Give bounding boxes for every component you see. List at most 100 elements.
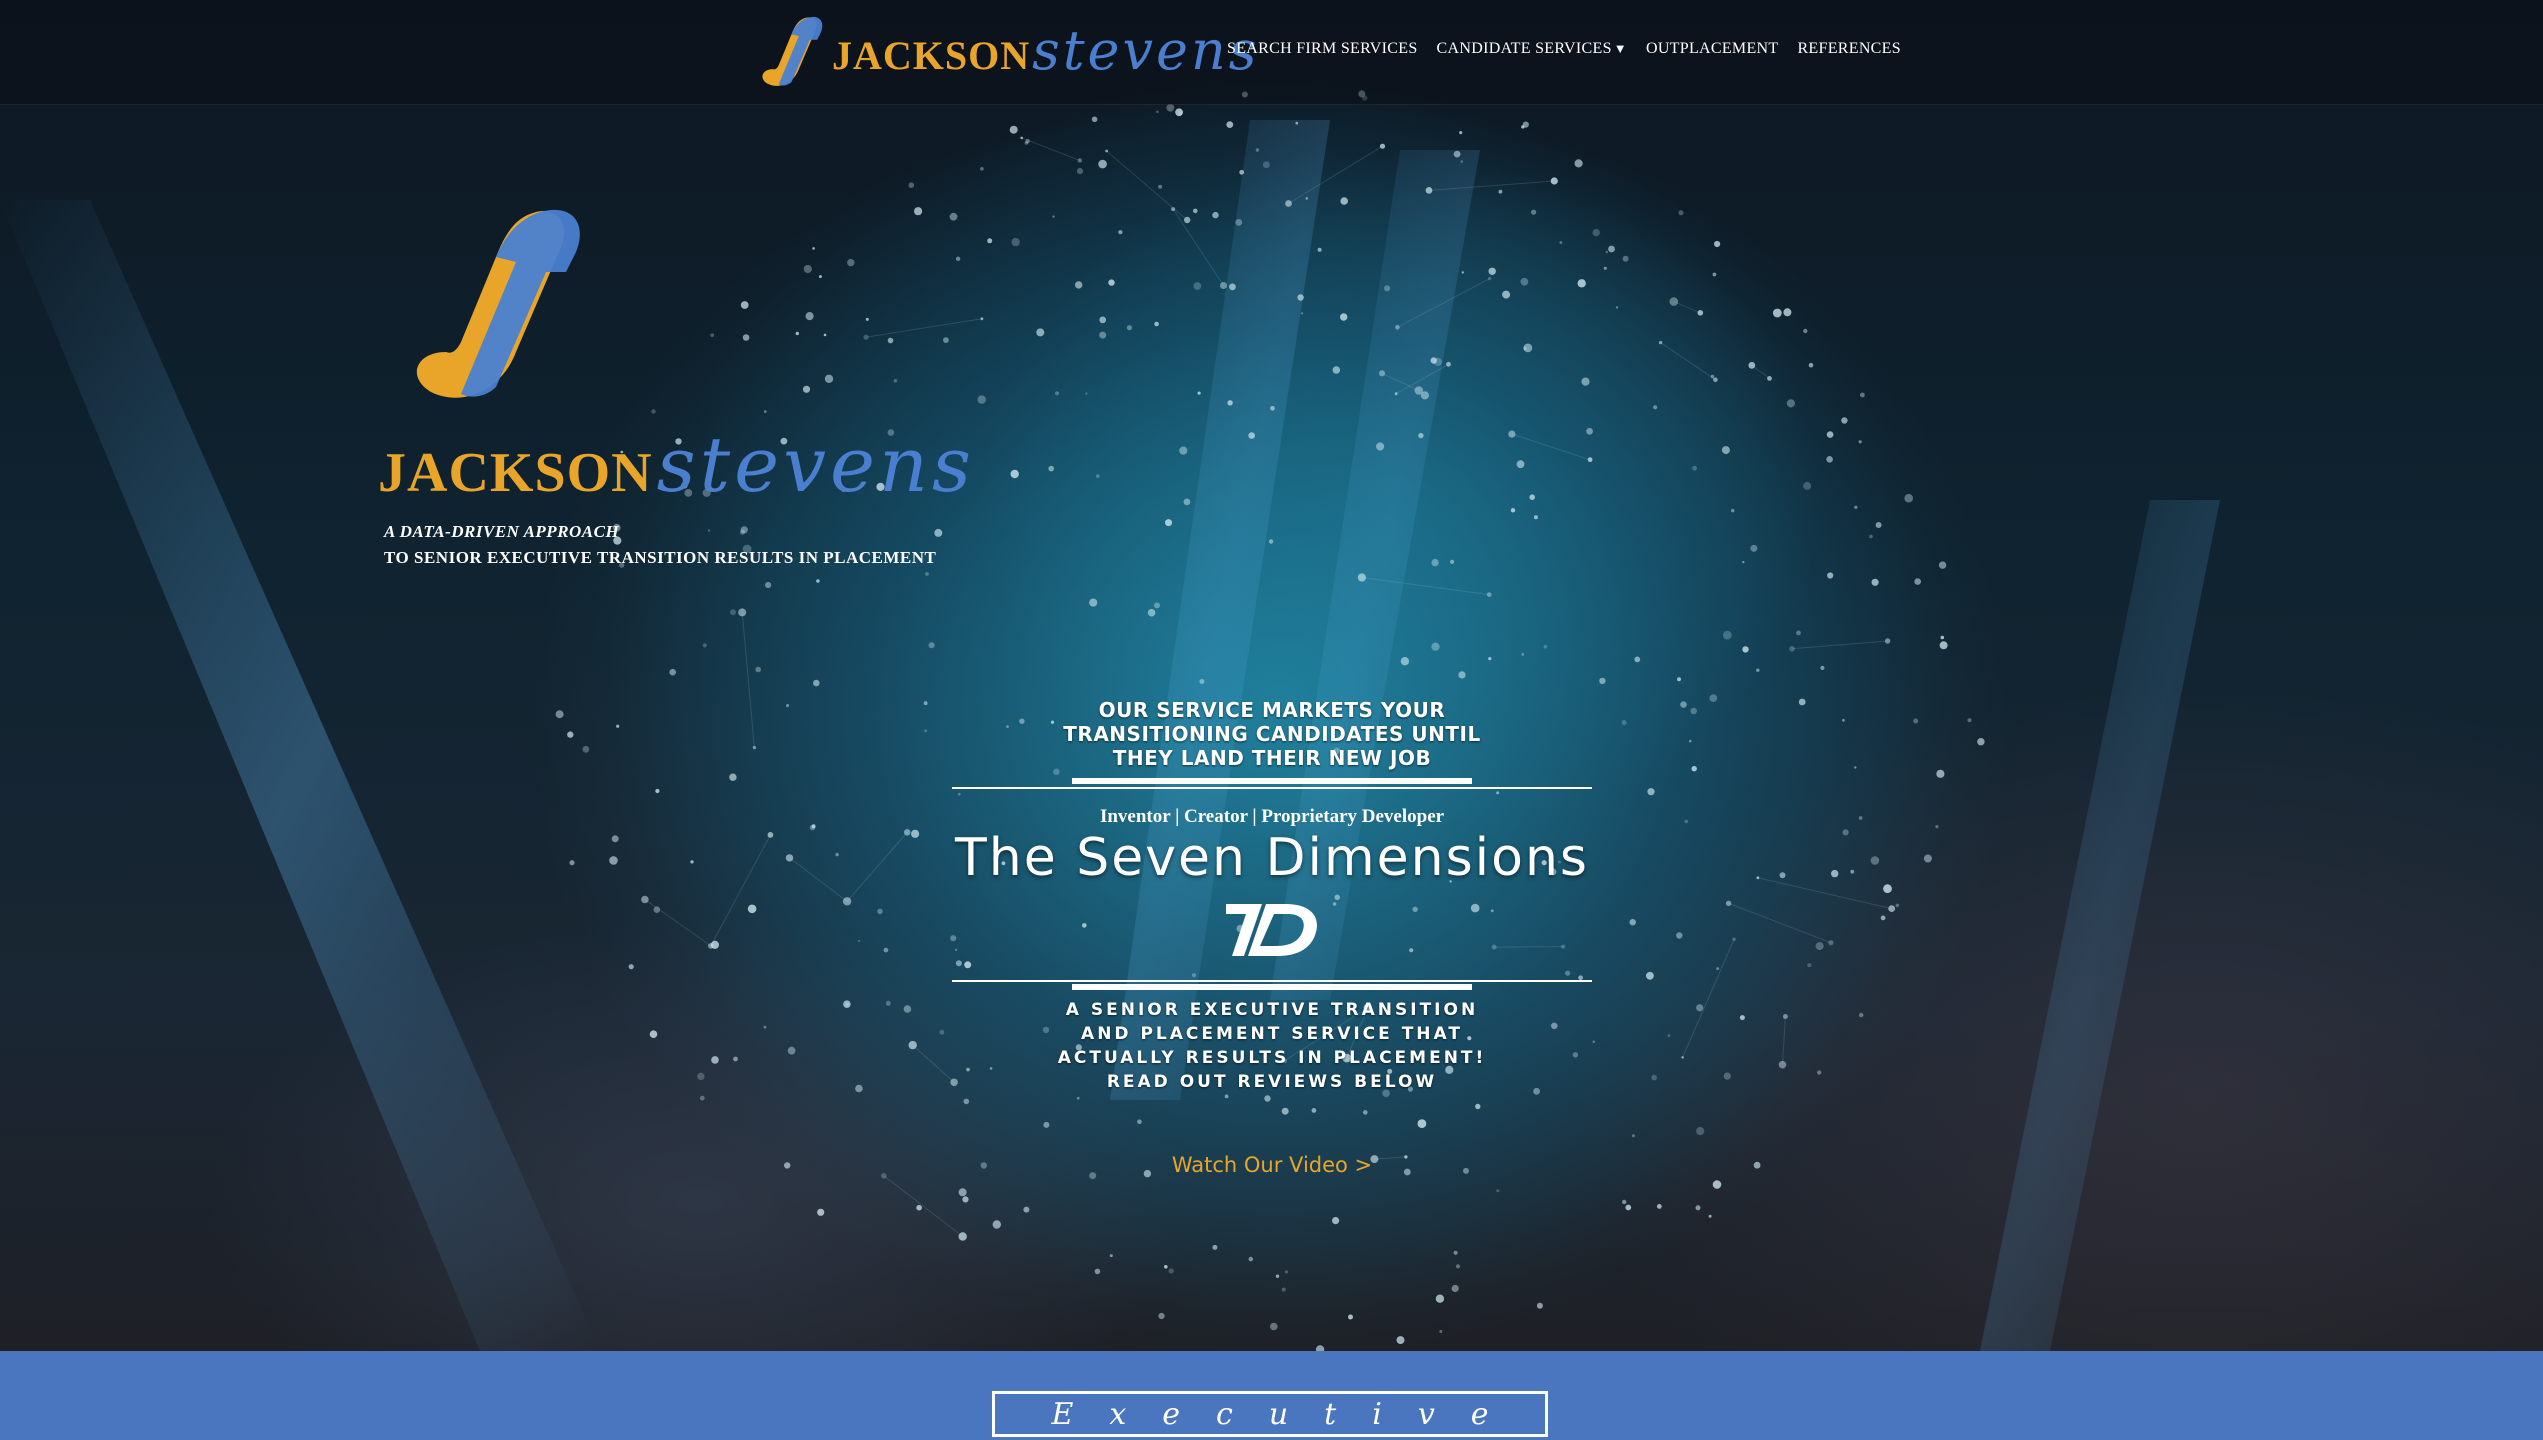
hero-center-block: OUR SERVICE MARKETS YOUR TRANSITIONING C… xyxy=(952,698,1592,1177)
network-node xyxy=(1850,869,1855,874)
network-node xyxy=(738,608,747,617)
network-node xyxy=(1311,1108,1317,1113)
network-node xyxy=(1508,430,1516,438)
network-node xyxy=(1510,508,1516,513)
network-node xyxy=(1815,942,1824,951)
network-node xyxy=(1695,1205,1701,1211)
network-node xyxy=(1522,121,1529,128)
network-node xyxy=(1938,561,1947,569)
network-node xyxy=(1523,343,1533,353)
network-node xyxy=(903,1005,912,1013)
network-node xyxy=(1036,328,1045,337)
network-node xyxy=(1137,1119,1142,1124)
network-node xyxy=(1094,1268,1101,1275)
network-node xyxy=(651,409,656,414)
network-node xyxy=(733,1056,738,1062)
nav-item-candidate-services[interactable]: CANDIDATE SERVICES ▼ xyxy=(1437,40,1627,58)
senior-text-line: READ OUT REVIEWS BELOW xyxy=(1106,1072,1438,1092)
network-node xyxy=(1108,279,1115,286)
network-node xyxy=(1756,876,1760,880)
network-node xyxy=(809,824,816,831)
network-node xyxy=(939,1029,945,1035)
network-node xyxy=(1753,1161,1761,1169)
network-node xyxy=(1099,316,1107,324)
network-node xyxy=(943,337,949,343)
network-node xyxy=(755,666,761,673)
network-node xyxy=(1629,919,1636,926)
network-node xyxy=(1164,1265,1168,1269)
network-node xyxy=(1827,572,1834,579)
network-node xyxy=(1158,1312,1165,1320)
network-node xyxy=(1431,558,1439,567)
watch-video-link[interactable]: Watch Our Video > xyxy=(952,1153,1592,1177)
network-node xyxy=(1516,460,1525,469)
network-node xyxy=(1297,294,1304,301)
network-node xyxy=(1105,149,1108,153)
network-node xyxy=(1803,328,1808,334)
network-node xyxy=(1491,944,1497,950)
network-node xyxy=(1967,718,1972,723)
network-node xyxy=(1096,474,1100,478)
nav-item-search-firm-services[interactable]: SEARCH FIRM SERVICES xyxy=(1227,40,1418,58)
network-node xyxy=(1378,370,1386,377)
network-node xyxy=(1725,900,1732,906)
network-node xyxy=(923,701,928,706)
network-node xyxy=(1750,544,1758,552)
network-node xyxy=(1854,505,1858,509)
network-node xyxy=(1520,277,1529,286)
network-node xyxy=(865,317,869,321)
network-node xyxy=(877,908,883,915)
network-node xyxy=(842,897,852,906)
network-node xyxy=(1054,391,1060,396)
network-node xyxy=(740,301,749,309)
network-node xyxy=(1199,679,1205,684)
network-node xyxy=(992,1220,1001,1229)
network-node xyxy=(1394,392,1398,396)
network-node xyxy=(955,256,961,261)
network-node xyxy=(1533,515,1538,520)
nav-item-references[interactable]: REFERENCES xyxy=(1797,40,1900,58)
network-node xyxy=(1859,1012,1864,1018)
network-node xyxy=(1581,377,1590,386)
network-node xyxy=(1676,932,1683,939)
network-node xyxy=(1412,906,1418,912)
network-node xyxy=(765,581,772,589)
service-heading: OUR SERVICE MARKETS YOUR TRANSITIONING C… xyxy=(952,698,1592,770)
network-node xyxy=(1713,377,1718,383)
executive-heading: Executive xyxy=(1051,1396,1525,1432)
network-node xyxy=(1453,1250,1458,1255)
network-node xyxy=(1529,494,1535,501)
network-node xyxy=(950,935,957,942)
divider-thick xyxy=(1072,984,1472,990)
network-node xyxy=(883,947,889,953)
network-node xyxy=(1076,168,1084,175)
network-node xyxy=(1884,638,1891,644)
network-node xyxy=(1923,854,1932,863)
network-node xyxy=(1681,1056,1684,1059)
network-node xyxy=(1332,366,1341,374)
network-node xyxy=(1798,698,1806,706)
network-node xyxy=(1742,560,1745,564)
network-node xyxy=(1622,255,1629,262)
network-node xyxy=(824,374,834,383)
network-node xyxy=(1085,392,1088,395)
network-node xyxy=(1826,456,1833,463)
js-logo-icon xyxy=(416,209,580,398)
network-node xyxy=(1550,177,1558,185)
divider-thin xyxy=(952,787,1592,789)
network-node xyxy=(786,704,790,708)
nav-logo-link[interactable]: JACKSON stevens xyxy=(746,12,1259,88)
service-heading-line: OUR SERVICE MARKETS YOUR xyxy=(1098,698,1446,722)
network-node xyxy=(1708,1214,1712,1218)
network-node xyxy=(1011,237,1020,247)
network-node xyxy=(1854,766,1857,769)
network-node xyxy=(1470,903,1480,913)
network-node xyxy=(1285,200,1292,207)
network-node xyxy=(1730,508,1735,513)
nav-item-outplacement[interactable]: OUTPLACEMENT xyxy=(1646,40,1778,58)
network-node xyxy=(1193,282,1202,290)
network-node xyxy=(1486,592,1492,597)
network-node xyxy=(1450,559,1455,564)
network-node xyxy=(1883,884,1892,894)
network-node xyxy=(1625,1204,1632,1211)
